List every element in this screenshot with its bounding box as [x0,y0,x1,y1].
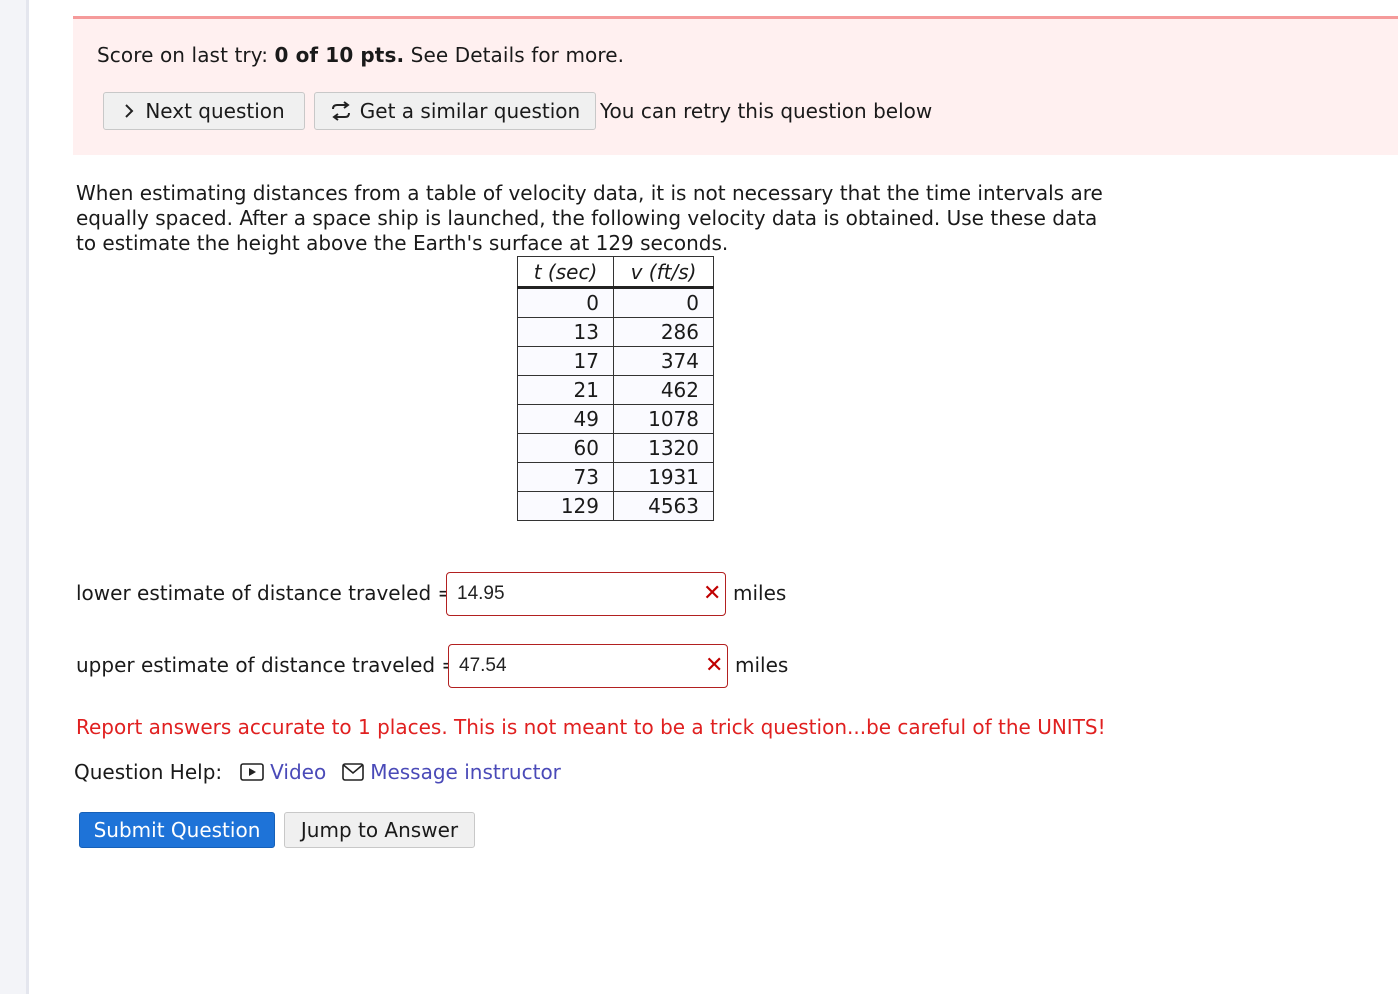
upper-estimate-unit: miles [735,653,789,677]
units-note: Report answers accurate to 1 places. Thi… [76,715,1106,739]
table-cell: 0 [517,287,614,318]
question-help-label: Question Help: [74,760,223,784]
velocity-table: t (sec) v (ft/s) 00 13 286 17 374 21 462 49… [517,256,714,521]
table-cell: 286 [613,317,714,347]
lower-estimate-field[interactable]: ✕ [446,572,726,616]
table-row: 00 [517,287,714,318]
envelope-icon [342,763,365,781]
retry-note: You can retry this question below [600,99,933,123]
similar-question-button[interactable]: Get a similar question [314,92,596,130]
table-row: 73 1931 [517,462,714,492]
table-cell: 1078 [613,404,714,434]
table-cell: 374 [613,346,714,376]
upper-estimate-input[interactable] [459,653,699,679]
table-cell: 4563 [613,491,714,521]
table-header-row: t (sec) v (ft/s) [517,256,714,289]
submit-question-button[interactable]: Submit Question [79,812,275,848]
video-link-label: Video [270,760,327,784]
score-line: Score on last try: 0 of 10 pts. See Deta… [97,43,624,67]
question-help: Question Help: Video Message instructor [74,760,561,784]
lower-estimate-label: lower estimate of distance traveled = [76,581,455,605]
table-row: 129 4563 [517,491,714,521]
header-velocity: v (ft/s) [630,259,697,284]
table-cell: 17 [517,346,614,376]
table-cell: 73 [517,462,614,492]
upper-estimate-label: upper estimate of distance traveled = [76,653,459,677]
upper-estimate-field[interactable]: ✕ [448,644,728,688]
table-cell: 21 [517,375,614,405]
table-cell: 49 [517,404,614,434]
score-panel: Score on last try: 0 of 10 pts. See Deta… [73,16,1398,155]
table-header: v (ft/s) [613,256,714,289]
header-time: t (sec) [533,259,598,284]
submit-question-label: Submit Question [93,818,261,842]
jump-to-answer-button[interactable]: Jump to Answer [284,812,475,848]
table-row: 17 374 [517,346,714,376]
lower-estimate-input[interactable] [457,581,697,607]
table-row: 60 1320 [517,433,714,463]
table-cell: 60 [517,433,614,463]
table-header: t (sec) [517,256,614,289]
next-question-button[interactable]: Next question [103,92,305,130]
message-instructor-label: Message instructor [370,760,561,784]
table-cell: 462 [613,375,714,405]
table-row: 49 1078 [517,404,714,434]
video-link[interactable]: Video [240,760,326,784]
table-row: 13 286 [517,317,714,347]
score-prefix: Score on last try: [97,43,275,67]
video-icon [240,763,264,781]
table-cell: 129 [517,491,614,521]
lower-estimate-unit: miles [733,581,787,605]
question-prompt: When estimating distances from a table o… [76,181,1103,255]
jump-to-answer-label: Jump to Answer [300,818,459,842]
table-cell: 1320 [613,433,714,463]
score-suffix: See Details for more. [404,43,625,67]
table-row: 21 462 [517,375,714,405]
incorrect-x-icon: ✕ [705,653,724,678]
left-rail [0,0,29,994]
incorrect-x-icon: ✕ [703,581,722,606]
next-question-label: Next question [145,99,285,123]
similar-question-label: Get a similar question [359,99,581,123]
table-cell: 1931 [613,462,714,492]
chevron-right-icon [125,104,134,118]
score-value: 0 of 10 pts. [274,43,405,67]
table-cell: 13 [517,317,614,347]
message-instructor-link[interactable]: Message instructor [342,760,561,784]
table-cell: 0 [613,287,714,318]
retry-arrows-icon [331,101,350,121]
